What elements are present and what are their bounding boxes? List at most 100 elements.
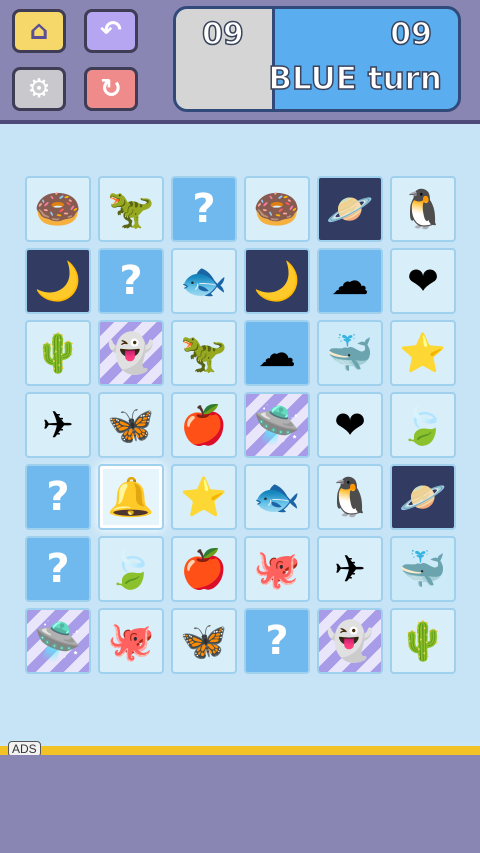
tile[interactable]: 🍃	[390, 392, 456, 458]
tile[interactable]: 🍎	[171, 536, 237, 602]
tile[interactable]: 🌙	[25, 248, 91, 314]
ufo-icon: 🛸	[253, 403, 301, 447]
planet-icon: 🪐	[399, 475, 447, 519]
tile[interactable]: ?	[25, 536, 91, 602]
tile[interactable]: 🦖	[98, 176, 164, 242]
moon-icon: 🌙	[253, 259, 301, 303]
restart-button[interactable]: ↻	[84, 67, 138, 111]
tile[interactable]: 🐙	[244, 536, 310, 602]
octopus-icon: 🐙	[107, 619, 155, 663]
tile[interactable]: ❤	[317, 392, 383, 458]
airplane-icon: ✈	[334, 547, 366, 591]
player1-score: 09	[201, 16, 244, 53]
tile[interactable]: 🛸	[25, 608, 91, 674]
bell-icon: 🔔	[107, 475, 155, 519]
planet-icon: 🪐	[326, 187, 374, 231]
airplane-icon: ✈	[42, 403, 74, 447]
ad-banner-area	[0, 755, 480, 853]
tile[interactable]: 🍩	[25, 176, 91, 242]
tile[interactable]: 🍃	[98, 536, 164, 602]
undo-button[interactable]: ↶	[84, 9, 138, 53]
tile[interactable]: ✈	[25, 392, 91, 458]
tile[interactable]: 🔔	[98, 464, 164, 530]
cloud-icon: ☁	[331, 259, 369, 303]
tile[interactable]: ?	[98, 248, 164, 314]
whale-icon: 🐳	[399, 547, 447, 591]
donut-icon: 🍩	[34, 187, 82, 231]
moon-icon: 🌙	[34, 259, 82, 303]
undo-icon: ↶	[100, 16, 122, 46]
home-button[interactable]: ⌂	[12, 9, 66, 53]
apple-icon: 🍎	[180, 403, 228, 447]
leaf-icon: 🍃	[107, 547, 155, 591]
tile[interactable]: ?	[244, 608, 310, 674]
heart-icon: ❤	[334, 403, 366, 447]
game-board: 🍩 🦖? 🍩 🪐 🐧 🌙? 🐟 🌙 ☁ ❤ 🌵 👻 🦖 ☁ 🐳 ⭐ ✈ 🦋 🍎 🛸 ❤ 🍃? 🔔 ⭐ 🐟 🐧 🪐? 🍃 🍎 🐙 ✈ 🐳 🛸 🐙 🦋?…	[0, 124, 480, 741]
tile[interactable]: 🐧	[317, 464, 383, 530]
tile[interactable]: 🌵	[390, 608, 456, 674]
scoreboard: 09 09 BLUE turn	[173, 6, 461, 112]
fish-icon: 🐟	[253, 475, 301, 519]
tile[interactable]: 👻	[98, 320, 164, 386]
question-icon: ?	[192, 186, 216, 232]
tile[interactable]: 🦋	[98, 392, 164, 458]
tile[interactable]: 🍎	[171, 392, 237, 458]
penguin-icon: 🐧	[399, 187, 447, 231]
tile[interactable]: 🐙	[98, 608, 164, 674]
butterfly-icon: 🦋	[180, 619, 228, 663]
top-toolbar: ⌂ ↶ ⚙ ↻ 09 09 BLUE turn	[0, 0, 480, 124]
question-icon: ?	[119, 258, 143, 304]
tile[interactable]: 🐟	[171, 248, 237, 314]
tile[interactable]: 🌙	[244, 248, 310, 314]
ghost-icon: 👻	[107, 331, 155, 375]
tile[interactable]: 🌵	[25, 320, 91, 386]
tile[interactable]: 🛸	[244, 392, 310, 458]
question-icon: ?	[46, 546, 70, 592]
octopus-icon: 🐙	[253, 547, 301, 591]
star-icon: ⭐	[180, 475, 228, 519]
fish-icon: 🐟	[180, 259, 228, 303]
cloud-icon: ☁	[258, 331, 296, 375]
tile-grid: 🍩 🦖? 🍩 🪐 🐧 🌙? 🐟 🌙 ☁ ❤ 🌵 👻 🦖 ☁ 🐳 ⭐ ✈ 🦋 🍎 🛸 ❤ 🍃? 🔔 ⭐ 🐟 🐧 🪐? 🍃 🍎 🐙 ✈ 🐳 🛸 🐙 🦋?…	[25, 176, 456, 674]
donut-icon: 🍩	[253, 187, 301, 231]
tile[interactable]: 🐧	[390, 176, 456, 242]
turn-label: BLUE turn	[268, 60, 443, 98]
home-icon: ⌂	[29, 16, 49, 46]
tile[interactable]: 🐳	[390, 536, 456, 602]
cactus-icon: 🌵	[399, 619, 447, 663]
tile[interactable]: ✈	[317, 536, 383, 602]
tile[interactable]: ☁	[317, 248, 383, 314]
tile[interactable]: 🍩	[244, 176, 310, 242]
leaf-icon: 🍃	[399, 403, 447, 447]
penguin-icon: 🐧	[326, 475, 374, 519]
star-icon: ⭐	[399, 331, 447, 375]
tile[interactable]: ☁	[244, 320, 310, 386]
restart-icon: ↻	[100, 74, 122, 104]
tile[interactable]: 🪐	[317, 176, 383, 242]
dinosaur-icon: 🦖	[180, 331, 228, 375]
butterfly-icon: 🦋	[107, 403, 155, 447]
tile[interactable]: ?	[25, 464, 91, 530]
tile[interactable]: 👻	[317, 608, 383, 674]
question-icon: ?	[265, 618, 289, 664]
dinosaur-icon: 🦖	[107, 187, 155, 231]
tile[interactable]: 🐟	[244, 464, 310, 530]
tile[interactable]: ❤	[390, 248, 456, 314]
tile[interactable]: ⭐	[390, 320, 456, 386]
apple-icon: 🍎	[180, 547, 228, 591]
heart-icon: ❤	[407, 259, 439, 303]
settings-button[interactable]: ⚙	[12, 67, 66, 111]
question-icon: ?	[46, 474, 70, 520]
gear-icon: ⚙	[27, 74, 51, 104]
tile[interactable]: 🦖	[171, 320, 237, 386]
tile[interactable]: ⭐	[171, 464, 237, 530]
tile[interactable]: ?	[171, 176, 237, 242]
ufo-icon: 🛸	[34, 619, 82, 663]
player2-score: 09	[390, 16, 433, 53]
cactus-icon: 🌵	[34, 331, 82, 375]
tile[interactable]: 🪐	[390, 464, 456, 530]
whale-icon: 🐳	[326, 331, 374, 375]
ghost-icon: 👻	[326, 619, 374, 663]
tile[interactable]: 🦋	[171, 608, 237, 674]
tile[interactable]: 🐳	[317, 320, 383, 386]
